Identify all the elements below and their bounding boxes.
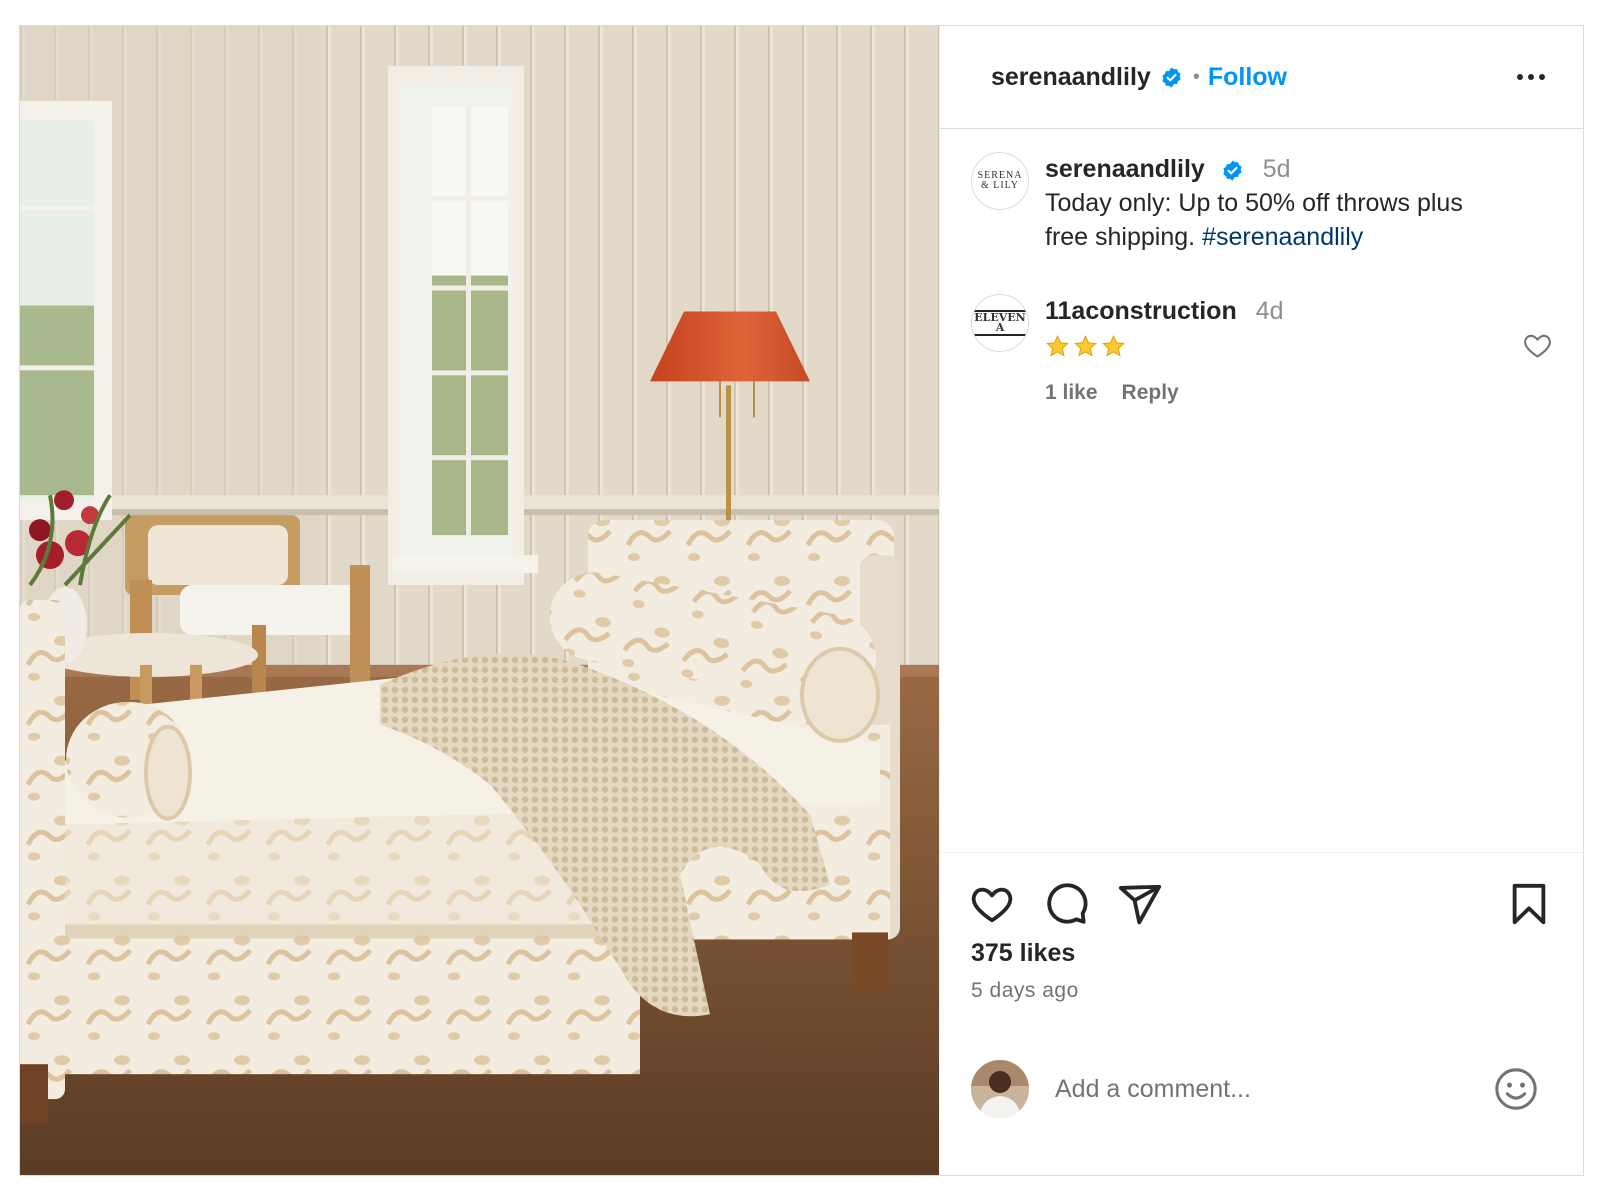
caption-text-line-2: free shipping. #serenaandlily [1045, 220, 1525, 254]
caption-author-line: serenaandlily 5d [1045, 152, 1525, 186]
comment-username[interactable]: 11aconstruction [1045, 297, 1237, 325]
add-comment-bar [971, 1060, 1539, 1118]
star-icon [1046, 335, 1069, 357]
post-time-ago: 5 days ago [971, 979, 1079, 1002]
instagram-post-dialog: serenaandlily • Follow SERENA & LILY ser… [19, 25, 1584, 1176]
comment-likes-count[interactable]: 1 like [1045, 381, 1098, 405]
post-header: serenaandlily • Follow [940, 26, 1583, 129]
comment-item: ELEVEN A 11aconstruction 4d 1 like Reply [971, 294, 1553, 405]
action-bar [940, 853, 1583, 927]
caption-username[interactable]: serenaandlily [1045, 155, 1205, 183]
more-options-dot [1528, 74, 1534, 80]
header-separator: • [1192, 65, 1200, 88]
post-caption: SERENA & LILY serenaandlily 5d Today onl… [971, 152, 1553, 254]
verified-badge-icon [1162, 66, 1181, 88]
post-side-panel: serenaandlily • Follow SERENA & LILY ser… [939, 26, 1583, 1175]
more-options-dot [1517, 74, 1523, 80]
caption-text: free shipping. [1045, 223, 1196, 251]
share-icon[interactable] [1117, 881, 1163, 927]
user-photo [971, 1060, 1029, 1118]
caption-body: serenaandlily 5d Today only: Up to 50% o… [1045, 152, 1525, 254]
comment-icon[interactable] [1043, 881, 1089, 927]
star-icon [1074, 335, 1097, 357]
header-username[interactable]: serenaandlily [991, 63, 1151, 92]
logo-line-2: & LILY [980, 180, 1020, 191]
comment-input[interactable] [1055, 1074, 1493, 1104]
follow-button[interactable]: Follow [1208, 63, 1287, 92]
caption-text-line-1: Today only: Up to 50% off throws plus [1045, 189, 1463, 217]
verified-badge-icon [1223, 160, 1242, 181]
comment-meta: 1 like Reply [1045, 381, 1553, 405]
comment-author-line: 11aconstruction 4d [1045, 294, 1553, 328]
star-icon [1102, 335, 1125, 357]
comment-body: 11aconstruction 4d 1 like Reply [1045, 294, 1553, 405]
bookmark-icon[interactable] [1506, 881, 1552, 927]
post-actions-section [940, 852, 1583, 927]
heart-icon[interactable] [969, 881, 1015, 927]
post-likes-count[interactable]: 375 likes [971, 939, 1075, 968]
comment-heart-icon[interactable] [1522, 330, 1553, 361]
serena-lily-logo: SERENA & LILY [978, 171, 1023, 191]
commenter-avatar[interactable]: ELEVEN A [971, 294, 1029, 352]
comment-stars [1045, 334, 1553, 359]
caption-hashtag-link[interactable]: #serenaandlily [1202, 223, 1363, 251]
more-options-dot [1539, 74, 1545, 80]
serenaandlily-avatar[interactable]: SERENA & LILY [971, 152, 1029, 210]
comment-reply-button[interactable]: Reply [1122, 381, 1179, 405]
emoji-icon[interactable] [1493, 1066, 1539, 1112]
room-photo [20, 26, 939, 1175]
more-options-icon[interactable] [1511, 68, 1551, 86]
current-user-avatar[interactable] [971, 1060, 1029, 1118]
caption-timestamp[interactable]: 5d [1263, 155, 1291, 183]
eleven-a-logo: ELEVEN A [972, 310, 1028, 336]
comment-timestamp[interactable]: 4d [1256, 297, 1284, 325]
post-image[interactable] [20, 26, 939, 1175]
